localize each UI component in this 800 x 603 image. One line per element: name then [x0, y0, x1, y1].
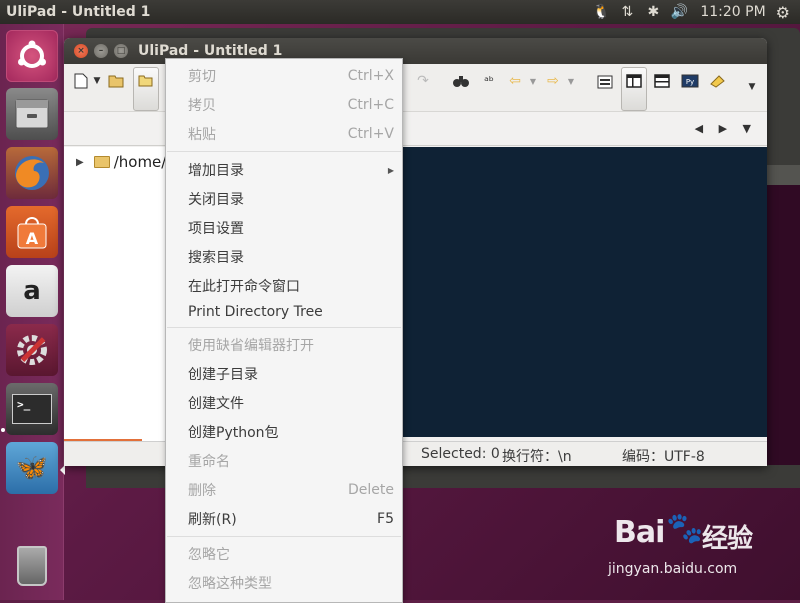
- status-eol: 换行符：\n: [502, 449, 572, 465]
- status-selected: Selected: 0: [421, 446, 500, 462]
- find-icon[interactable]: [450, 70, 472, 92]
- menu-item-refresh[interactable]: 刷新(R) F5: [166, 505, 402, 533]
- menu-item-create-file[interactable]: 创建文件: [166, 389, 402, 417]
- menu-item-delete: 删除 Delete: [188, 482, 394, 499]
- tree-expander-icon[interactable]: ▶: [76, 157, 84, 168]
- editor-area[interactable]: [401, 147, 767, 437]
- status-encoding: 编码：UTF-8: [622, 449, 705, 465]
- svg-text:A: A: [26, 229, 39, 248]
- menu-item-create-subdirectory[interactable]: 创建子目录: [166, 360, 402, 388]
- context-menu: 剪切 Ctrl+X 拷贝 Ctrl+C 粘贴 Ctrl+V 增加目录 ▶ 关闭目录 项目…: [165, 58, 403, 603]
- bluetooth-icon[interactable]: ✱: [640, 4, 666, 20]
- menu-item-search-directory[interactable]: 搜索目录: [166, 243, 402, 271]
- bottom-pane-icon[interactable]: [651, 70, 673, 92]
- back-dropdown-icon[interactable]: ▼: [522, 70, 544, 92]
- menu-item-create-python-package[interactable]: 创建Python包: [166, 418, 402, 446]
- tux-icon[interactable]: 🐧: [588, 4, 614, 20]
- new-file-dropdown-icon[interactable]: ▼: [86, 70, 108, 92]
- running-indicator: [1, 428, 5, 432]
- preferences-icon[interactable]: [594, 70, 616, 92]
- active-app-arrow: [60, 465, 65, 475]
- replace-icon[interactable]: ᵃᵇ: [478, 70, 500, 92]
- top-panel: UliPad - Untitled 1 🐧 ⇅ ✱ 🔊 11:20 PM ⚙: [0, 0, 800, 24]
- menu-item-cut: 剪切 Ctrl+X: [188, 68, 394, 85]
- system-menu-gear-icon[interactable]: ⚙: [776, 3, 800, 22]
- system-settings-icon[interactable]: [6, 324, 58, 376]
- menu-item-open-default-editor: 使用缺省编辑器打开: [188, 338, 314, 354]
- toolbar-overflow-icon[interactable]: ▼: [741, 76, 763, 98]
- menu-item-print-directory-tree[interactable]: Print Directory Tree: [166, 298, 402, 326]
- menu-item-add-directory[interactable]: 增加目录 ▶: [166, 156, 402, 184]
- forward-dropdown-icon[interactable]: ▼: [560, 70, 582, 92]
- amazon-icon[interactable]: a: [6, 265, 58, 317]
- menu-separator: [167, 536, 401, 537]
- watermark-url: jingyan.baidu.com: [608, 561, 738, 577]
- redo-icon[interactable]: ↷: [412, 70, 434, 92]
- snippets-icon[interactable]: [707, 70, 729, 92]
- submenu-arrow-icon: ▶: [387, 165, 394, 175]
- watermark-logo-text-2: 经验: [702, 524, 753, 554]
- left-pane-icon: [623, 70, 645, 92]
- background-window-tabbar: [767, 165, 800, 185]
- baidu-jingyan-watermark: Bai 🐾 经验 jingyan.baidu.com: [606, 511, 796, 595]
- window-maximize-button[interactable]: □: [114, 44, 128, 58]
- ubuntu-software-icon[interactable]: A: [6, 206, 58, 258]
- terminal-glyph: >_: [12, 394, 52, 424]
- terminal-icon[interactable]: >_: [6, 383, 58, 435]
- menu-item-ignore-type: 忽略这种类型: [188, 576, 272, 592]
- menu-item-paste: 粘贴 Ctrl+V: [188, 126, 394, 143]
- watermark-logo-text: Bai: [614, 515, 665, 550]
- tree-root-label: /home/: [113, 153, 167, 171]
- open-file-icon[interactable]: [106, 70, 128, 92]
- launcher: A a >_ 🦋: [0, 24, 64, 600]
- ulipad-butterfly-glyph: 🦋: [15, 453, 49, 483]
- active-app-title: UliPad - Untitled 1: [6, 4, 151, 20]
- files-icon[interactable]: [6, 88, 58, 140]
- menu-separator: [167, 327, 401, 328]
- menu-item-open-command-window[interactable]: 在此打开命令窗口: [166, 272, 402, 300]
- background-terminal-area: [767, 185, 800, 465]
- menu-item-ignore-it: 忽略它: [188, 547, 230, 563]
- ulipad-icon[interactable]: 🦋: [6, 442, 58, 494]
- firefox-icon[interactable]: [6, 147, 58, 199]
- window-title: UliPad - Untitled 1: [138, 43, 283, 59]
- menu-item-copy: 拷贝 Ctrl+C: [188, 97, 394, 114]
- tree-root-item[interactable]: ▶ /home/: [76, 153, 166, 171]
- python-shell-icon[interactable]: Py: [679, 70, 701, 92]
- folder-icon: [93, 156, 110, 168]
- menu-item-close-directory[interactable]: 关闭目录: [166, 185, 402, 213]
- directory-tree-panel[interactable]: ▶ /home/: [64, 147, 168, 442]
- window-close-button[interactable]: ×: [74, 44, 88, 58]
- trash-icon[interactable]: [6, 540, 58, 592]
- clock[interactable]: 11:20 PM: [692, 4, 775, 20]
- menu-item-project-settings[interactable]: 项目设置: [166, 214, 402, 242]
- window-minimize-button[interactable]: –: [94, 44, 108, 58]
- volume-icon[interactable]: 🔊: [666, 4, 692, 20]
- amazon-glyph: a: [23, 276, 41, 306]
- tab-navigation-arrows[interactable]: ◀ ▶ ▼: [695, 122, 757, 135]
- menu-separator: [167, 151, 401, 152]
- svg-text:Py: Py: [686, 78, 694, 86]
- ubuntu-dash-icon[interactable]: [6, 30, 58, 82]
- paw-icon: 🐾: [666, 511, 704, 546]
- menu-item-rename: 重命名: [188, 454, 230, 470]
- network-icon[interactable]: ⇅: [614, 4, 640, 20]
- directory-browser-icon: [135, 70, 157, 92]
